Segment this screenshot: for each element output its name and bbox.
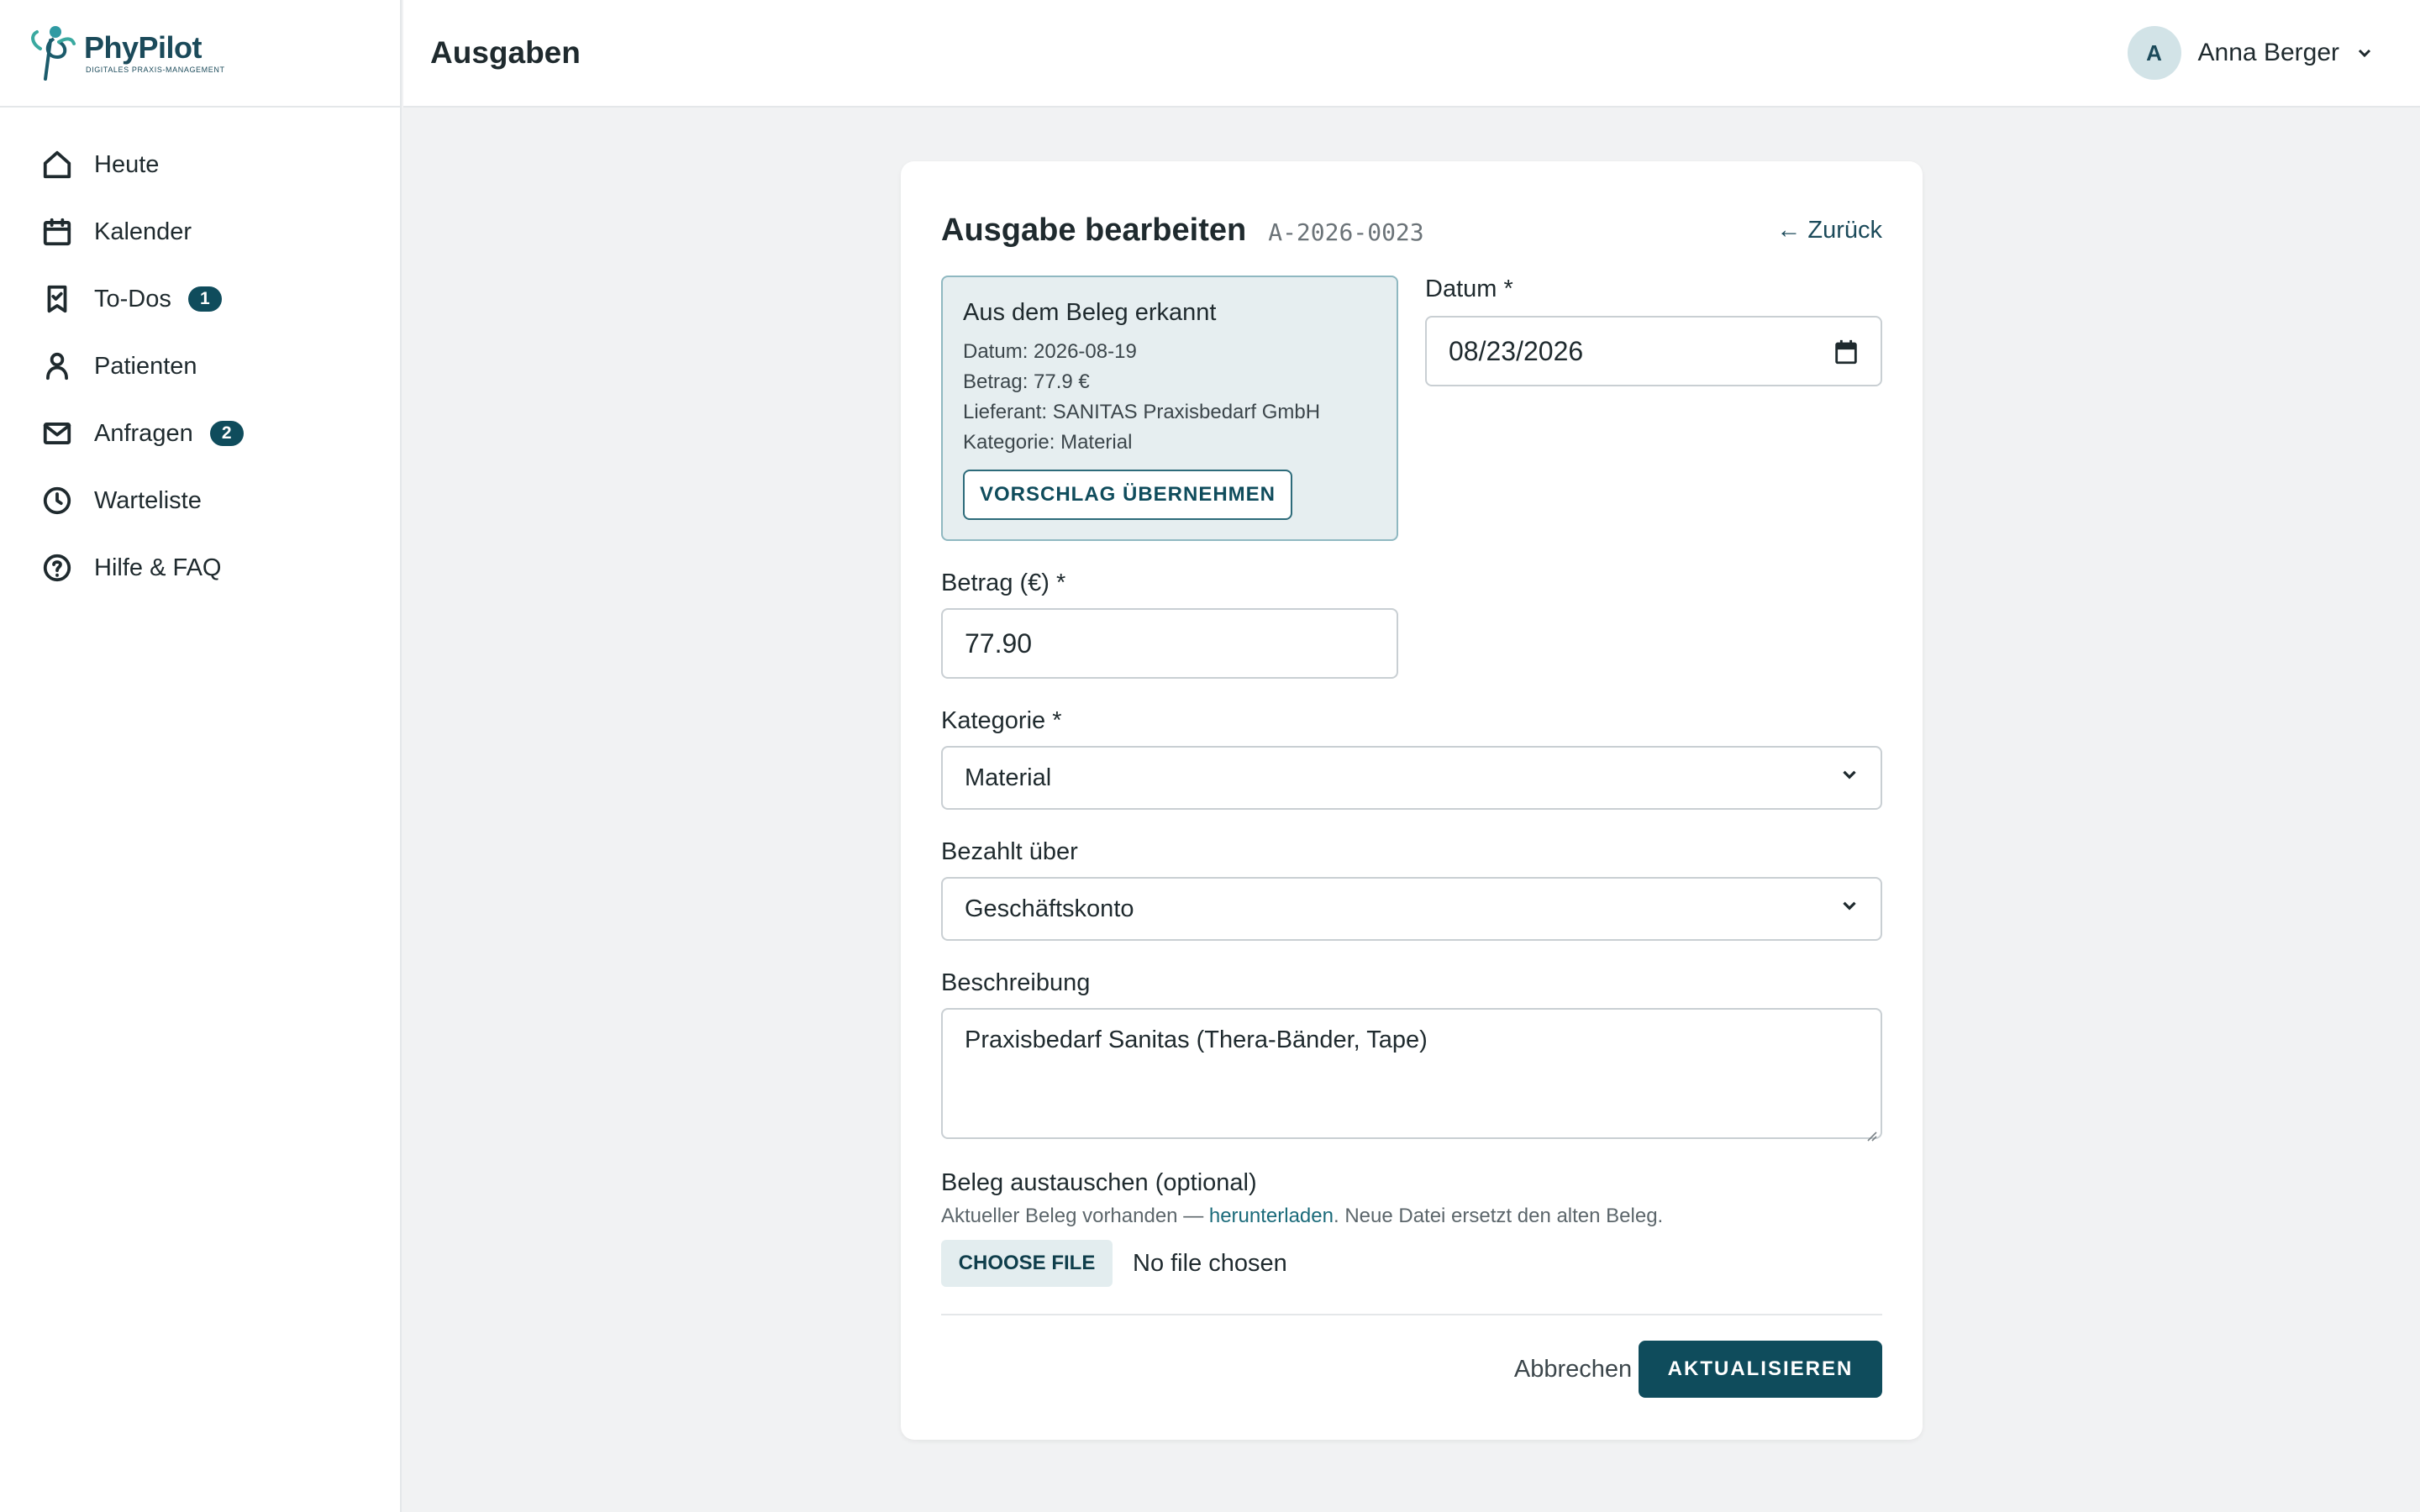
- paid-via-label: Bezahlt über: [941, 838, 1078, 865]
- description-value: Praxisbedarf Sanitas (Thera-Bänder, Tape…: [965, 1026, 1428, 1053]
- date-value: 08/23/2026: [1449, 335, 1584, 366]
- todo-icon: [40, 282, 74, 316]
- card-header: Ausgabe bearbeiten A-2026-0023 ← Zurück: [941, 205, 1882, 255]
- receipt-suggestion-box: Aus dem Beleg erkannt Datum: 2026-08-19 …: [941, 276, 1398, 541]
- sidebar-nav: Heute Kalender To-Dos 1 Patienten Anfrag…: [0, 108, 400, 601]
- paid-via-value: Geschäftskonto: [965, 895, 1134, 922]
- sidebar-item-label: Kalender: [94, 218, 192, 245]
- category-label: Kategorie *: [941, 707, 1062, 734]
- user-name: Anna Berger: [2197, 39, 2339, 66]
- mail-icon: [40, 417, 74, 450]
- suggestion-title: Aus dem Beleg erkannt: [963, 299, 1217, 326]
- receipt-hint-prefix: Aktueller Beleg vorhanden —: [941, 1205, 1209, 1227]
- suggestion-date: Datum: 2026-08-19: [963, 340, 1137, 363]
- sidebar-item-label: To-Dos: [94, 285, 171, 312]
- file-status: No file chosen: [1133, 1250, 1287, 1277]
- apply-suggestion-button[interactable]: VORSCHLAG ÜBERNEHMEN: [963, 470, 1292, 520]
- receipt-label: Beleg austauschen (optional): [941, 1169, 1257, 1196]
- resize-grip-icon[interactable]: [1864, 1121, 1877, 1142]
- help-icon: [40, 551, 74, 585]
- page-title: Ausgaben: [430, 35, 581, 70]
- amount-value: 77.90: [965, 627, 1033, 659]
- form-title: Ausgabe bearbeiten: [941, 212, 1247, 248]
- sidebar-item-kalender[interactable]: Kalender: [0, 198, 400, 265]
- suggestion-supplier: Lieferant: SANITAS Praxisbedarf GmbH: [963, 401, 1321, 423]
- sidebar-item-label: Warteliste: [94, 486, 202, 514]
- sidebar-item-label: Hilfe & FAQ: [94, 554, 222, 581]
- sidebar: PhyPilot DIGITALES PRAXIS-MANAGEMENT Heu…: [0, 0, 402, 1512]
- sidebar-item-anfragen[interactable]: Anfragen 2: [0, 400, 400, 467]
- sidebar-item-patienten[interactable]: Patienten: [0, 333, 400, 400]
- calendar-icon: [40, 215, 74, 249]
- chevron-down-icon: [2354, 43, 2375, 63]
- download-receipt-link[interactable]: herunterladen: [1209, 1205, 1334, 1227]
- cancel-button[interactable]: Abbrechen: [1489, 1341, 1657, 1398]
- home-icon: [40, 148, 74, 181]
- choose-file-button[interactable]: CHOOSE FILE: [941, 1240, 1113, 1287]
- clock-icon: [40, 484, 74, 517]
- sidebar-item-label: Patienten: [94, 352, 197, 380]
- update-button[interactable]: AKTUALISIEREN: [1639, 1341, 1882, 1398]
- avatar: A: [2127, 26, 2181, 80]
- amount-label: Betrag (€) *: [941, 570, 1066, 596]
- sidebar-item-heute[interactable]: Heute: [0, 131, 400, 198]
- chevron-down-icon: [1839, 895, 1860, 923]
- description-textarea[interactable]: Praxisbedarf Sanitas (Thera-Bänder, Tape…: [941, 1008, 1882, 1142]
- expense-edit-card: Ausgabe bearbeiten A-2026-0023 ← Zurück …: [901, 161, 1923, 1440]
- date-label: Datum *: [1425, 276, 1513, 302]
- suggestion-amount: Betrag: 77.9 €: [963, 370, 1090, 393]
- sidebar-item-todos[interactable]: To-Dos 1: [0, 265, 400, 333]
- amount-input[interactable]: 77.90: [941, 608, 1398, 679]
- brand-name: PhyPilot: [84, 30, 203, 65]
- sidebar-item-label: Anfragen: [94, 419, 193, 447]
- user-menu[interactable]: A Anna Berger: [2127, 26, 2375, 80]
- anfragen-count-badge: 2: [209, 421, 244, 446]
- todo-count-badge: 1: [187, 286, 222, 312]
- paid-via-select[interactable]: Geschäftskonto: [941, 877, 1882, 941]
- brand-logo-icon: [25, 24, 82, 82]
- sidebar-item-hilfe[interactable]: Hilfe & FAQ: [0, 534, 400, 601]
- date-input[interactable]: 08/23/2026: [1425, 316, 1882, 386]
- brand-tagline: DIGITALES PRAXIS-MANAGEMENT: [86, 66, 225, 74]
- expense-id: A-2026-0023: [1268, 218, 1424, 246]
- suggestion-category: Kategorie: Material: [963, 431, 1133, 454]
- category-select[interactable]: Material: [941, 746, 1882, 810]
- sidebar-item-warteliste[interactable]: Warteliste: [0, 467, 400, 534]
- back-link[interactable]: ← Zurück: [1776, 217, 1882, 244]
- top-header: Ausgaben A Anna Berger: [403, 0, 2420, 108]
- chevron-down-icon: [1839, 764, 1860, 792]
- brand[interactable]: PhyPilot DIGITALES PRAXIS-MANAGEMENT: [0, 0, 400, 108]
- calendar-picker-icon[interactable]: [1832, 338, 1860, 366]
- category-value: Material: [965, 764, 1052, 791]
- receipt-hint-suffix: . Neue Datei ersetzt den alten Beleg.: [1333, 1205, 1664, 1227]
- description-label: Beschreibung: [941, 969, 1091, 996]
- receipt-hint: Aktueller Beleg vorhanden — herunterlade…: [941, 1205, 1663, 1228]
- sidebar-item-label: Heute: [94, 150, 160, 178]
- person-icon: [40, 349, 74, 383]
- divider: [941, 1314, 1882, 1315]
